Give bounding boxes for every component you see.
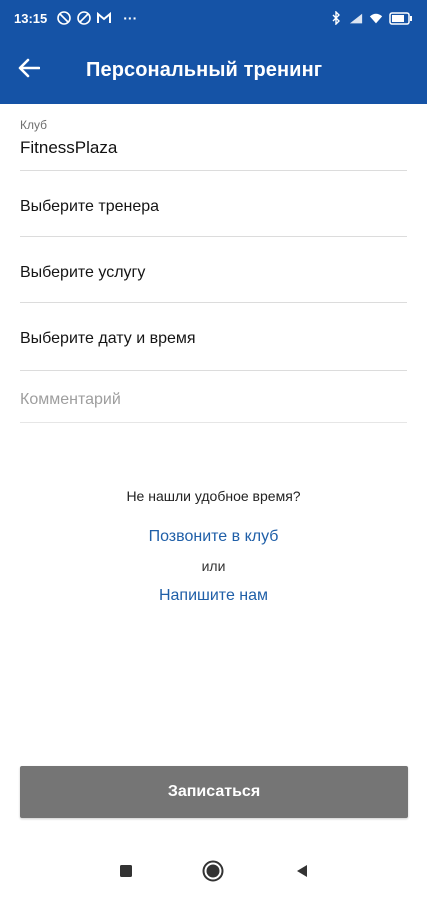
help-question: Не нашли удобное время? bbox=[126, 488, 301, 504]
home-icon bbox=[201, 859, 225, 888]
home-button[interactable] bbox=[200, 860, 226, 886]
select-service-label: Выберите услугу bbox=[20, 264, 146, 281]
back-triangle-icon bbox=[294, 863, 310, 884]
more-dots-icon: ··· bbox=[123, 10, 138, 26]
club-value: FitnessPlaza bbox=[20, 138, 118, 157]
arrow-left-icon bbox=[18, 58, 41, 83]
divider bbox=[20, 170, 407, 171]
no-mic-icon bbox=[57, 11, 72, 25]
select-datetime-row[interactable]: Выберите дату и время bbox=[0, 306, 427, 370]
back-button[interactable] bbox=[0, 36, 58, 104]
status-time: 13:15 bbox=[14, 10, 48, 26]
status-bar: 13:15 ··· bbox=[0, 0, 427, 36]
signal-icon bbox=[349, 11, 363, 25]
divider bbox=[20, 236, 407, 237]
status-right bbox=[329, 11, 413, 25]
nav-back-button[interactable] bbox=[289, 860, 315, 886]
gmail-icon bbox=[97, 11, 112, 25]
club-label: Клуб bbox=[20, 118, 47, 132]
recent-apps-icon bbox=[118, 863, 134, 884]
bluetooth-icon bbox=[329, 11, 343, 25]
no-sync-icon bbox=[77, 11, 92, 25]
select-trainer-label: Выберите тренера bbox=[20, 198, 160, 215]
page-title: Персональный тренинг bbox=[86, 58, 323, 81]
select-datetime-label: Выберите дату и время bbox=[20, 330, 196, 347]
wifi-icon bbox=[369, 11, 383, 25]
submit-button[interactable]: Записаться bbox=[20, 766, 408, 818]
system-nav-bar bbox=[0, 846, 427, 900]
status-left: 13:15 ··· bbox=[14, 10, 137, 26]
select-service-row[interactable]: Выберите услугу bbox=[0, 240, 427, 304]
select-trainer-row[interactable]: Выберите тренера bbox=[0, 174, 427, 238]
recent-apps-button[interactable] bbox=[113, 860, 139, 886]
club-field[interactable]: Клуб FitnessPlaza bbox=[0, 118, 427, 176]
call-club-link[interactable]: Позвоните в клуб bbox=[0, 528, 427, 546]
app-bar: Персональный тренинг bbox=[0, 36, 427, 104]
divider bbox=[20, 370, 407, 371]
comment-input[interactable] bbox=[20, 378, 407, 422]
write-us-link[interactable]: Напишите нам bbox=[0, 587, 427, 605]
divider bbox=[20, 302, 407, 303]
or-text: или bbox=[201, 558, 226, 574]
divider bbox=[20, 422, 407, 423]
battery-icon bbox=[389, 11, 413, 25]
